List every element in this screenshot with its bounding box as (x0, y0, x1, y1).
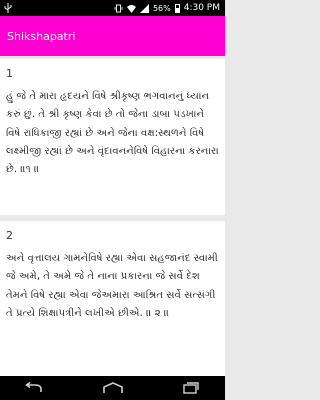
app-title: Shikshapatri (7, 29, 76, 43)
battery-percent: 56% (152, 3, 171, 13)
back-icon (25, 382, 42, 392)
back-button[interactable] (20, 380, 46, 396)
verse-card[interactable]: 2 અને વૃત્તાલય ગામનેવિષે રહ્યા એવા સહજાન… (0, 221, 225, 376)
verse-text: હું જે તે મારા હૃદયને વિષે શ્રીકૃષ્ણ ભગવ… (6, 91, 219, 176)
navigation-bar (0, 376, 225, 400)
status-bar: 56% 4:30 PM (0, 0, 225, 16)
wifi-icon (126, 4, 136, 13)
battery-icon (174, 3, 180, 13)
verse-number: 1 (6, 67, 13, 80)
signal-icon (139, 3, 149, 13)
home-icon (103, 382, 123, 393)
verse-list[interactable]: 1 હું જે તે મારા હૃદયને વિષે શ્રીકૃષ્ણ ભ… (0, 56, 225, 376)
verse-card[interactable]: 1 હું જે તે મારા હૃદયને વિષે શ્રીકૃષ્ણ ભ… (0, 59, 225, 215)
usb-icon (4, 3, 12, 13)
app-bar: Shikshapatri (0, 16, 225, 56)
recent-apps-button[interactable] (178, 380, 204, 396)
verse-text: અને વૃત્તાલય ગામનેવિષે રહ્યા એવા સહજાનંદ… (6, 253, 218, 319)
home-button[interactable] (100, 380, 126, 396)
clock: 4:30 PM (183, 3, 220, 13)
recent-apps-icon (183, 382, 199, 394)
verse-number: 2 (6, 229, 13, 242)
vibrate-icon (114, 4, 123, 12)
